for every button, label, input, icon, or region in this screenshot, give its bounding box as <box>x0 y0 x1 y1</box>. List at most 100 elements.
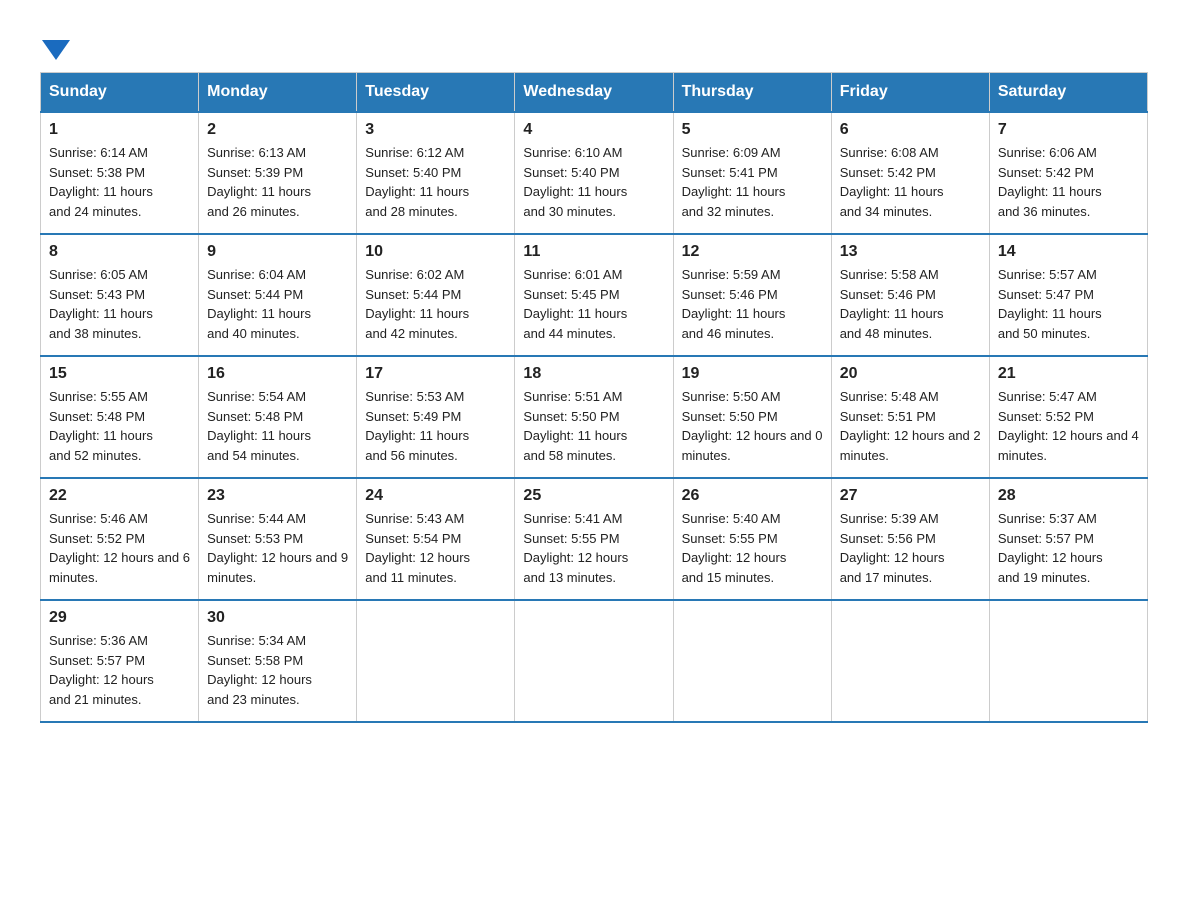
day-info: Sunrise: 6:14 AMSunset: 5:38 PMDaylight:… <box>49 145 153 219</box>
day-number: 9 <box>207 243 348 261</box>
calendar-cell: 2 Sunrise: 6:13 AMSunset: 5:39 PMDayligh… <box>199 112 357 234</box>
day-number: 14 <box>998 243 1139 261</box>
day-number: 15 <box>49 365 190 383</box>
day-info: Sunrise: 5:37 AMSunset: 5:57 PMDaylight:… <box>998 511 1103 585</box>
day-number: 17 <box>365 365 506 383</box>
day-info: Sunrise: 5:57 AMSunset: 5:47 PMDaylight:… <box>998 267 1102 341</box>
day-number: 10 <box>365 243 506 261</box>
day-info: Sunrise: 6:08 AMSunset: 5:42 PMDaylight:… <box>840 145 944 219</box>
day-info: Sunrise: 5:44 AMSunset: 5:53 PMDaylight:… <box>207 511 348 585</box>
calendar-cell: 8 Sunrise: 6:05 AMSunset: 5:43 PMDayligh… <box>41 234 199 356</box>
day-number: 24 <box>365 487 506 505</box>
weekday-header-monday: Monday <box>199 73 357 113</box>
calendar-cell: 12 Sunrise: 5:59 AMSunset: 5:46 PMDaylig… <box>673 234 831 356</box>
day-number: 26 <box>682 487 823 505</box>
day-info: Sunrise: 5:36 AMSunset: 5:57 PMDaylight:… <box>49 633 154 707</box>
day-info: Sunrise: 6:04 AMSunset: 5:44 PMDaylight:… <box>207 267 311 341</box>
day-number: 3 <box>365 121 506 139</box>
day-number: 23 <box>207 487 348 505</box>
calendar-cell: 28 Sunrise: 5:37 AMSunset: 5:57 PMDaylig… <box>989 478 1147 600</box>
day-info: Sunrise: 5:46 AMSunset: 5:52 PMDaylight:… <box>49 511 190 585</box>
calendar-cell: 15 Sunrise: 5:55 AMSunset: 5:48 PMDaylig… <box>41 356 199 478</box>
calendar-week-row: 1 Sunrise: 6:14 AMSunset: 5:38 PMDayligh… <box>41 112 1148 234</box>
day-info: Sunrise: 6:13 AMSunset: 5:39 PMDaylight:… <box>207 145 311 219</box>
calendar-cell: 25 Sunrise: 5:41 AMSunset: 5:55 PMDaylig… <box>515 478 673 600</box>
calendar-week-row: 22 Sunrise: 5:46 AMSunset: 5:52 PMDaylig… <box>41 478 1148 600</box>
day-number: 12 <box>682 243 823 261</box>
day-info: Sunrise: 5:48 AMSunset: 5:51 PMDaylight:… <box>840 389 981 463</box>
day-info: Sunrise: 6:10 AMSunset: 5:40 PMDaylight:… <box>523 145 627 219</box>
day-info: Sunrise: 5:34 AMSunset: 5:58 PMDaylight:… <box>207 633 312 707</box>
day-number: 4 <box>523 121 664 139</box>
day-info: Sunrise: 5:54 AMSunset: 5:48 PMDaylight:… <box>207 389 311 463</box>
calendar-cell: 21 Sunrise: 5:47 AMSunset: 5:52 PMDaylig… <box>989 356 1147 478</box>
weekday-header-sunday: Sunday <box>41 73 199 113</box>
day-number: 29 <box>49 609 190 627</box>
day-info: Sunrise: 5:43 AMSunset: 5:54 PMDaylight:… <box>365 511 470 585</box>
weekday-header-wednesday: Wednesday <box>515 73 673 113</box>
day-number: 1 <box>49 121 190 139</box>
day-info: Sunrise: 5:58 AMSunset: 5:46 PMDaylight:… <box>840 267 944 341</box>
day-info: Sunrise: 5:53 AMSunset: 5:49 PMDaylight:… <box>365 389 469 463</box>
day-info: Sunrise: 5:55 AMSunset: 5:48 PMDaylight:… <box>49 389 153 463</box>
calendar-cell: 6 Sunrise: 6:08 AMSunset: 5:42 PMDayligh… <box>831 112 989 234</box>
calendar-cell: 10 Sunrise: 6:02 AMSunset: 5:44 PMDaylig… <box>357 234 515 356</box>
day-info: Sunrise: 5:51 AMSunset: 5:50 PMDaylight:… <box>523 389 627 463</box>
day-number: 11 <box>523 243 664 261</box>
day-number: 16 <box>207 365 348 383</box>
calendar-table: SundayMondayTuesdayWednesdayThursdayFrid… <box>40 72 1148 723</box>
day-number: 8 <box>49 243 190 261</box>
calendar-cell <box>673 600 831 722</box>
calendar-cell <box>357 600 515 722</box>
calendar-cell <box>989 600 1147 722</box>
calendar-cell: 3 Sunrise: 6:12 AMSunset: 5:40 PMDayligh… <box>357 112 515 234</box>
page-header <box>40 30 1148 56</box>
day-number: 25 <box>523 487 664 505</box>
calendar-header-row: SundayMondayTuesdayWednesdayThursdayFrid… <box>41 73 1148 113</box>
calendar-cell: 29 Sunrise: 5:36 AMSunset: 5:57 PMDaylig… <box>41 600 199 722</box>
weekday-header-thursday: Thursday <box>673 73 831 113</box>
calendar-cell: 27 Sunrise: 5:39 AMSunset: 5:56 PMDaylig… <box>831 478 989 600</box>
weekday-header-tuesday: Tuesday <box>357 73 515 113</box>
day-info: Sunrise: 6:02 AMSunset: 5:44 PMDaylight:… <box>365 267 469 341</box>
calendar-cell: 4 Sunrise: 6:10 AMSunset: 5:40 PMDayligh… <box>515 112 673 234</box>
calendar-cell: 22 Sunrise: 5:46 AMSunset: 5:52 PMDaylig… <box>41 478 199 600</box>
day-number: 30 <box>207 609 348 627</box>
day-number: 6 <box>840 121 981 139</box>
calendar-cell: 7 Sunrise: 6:06 AMSunset: 5:42 PMDayligh… <box>989 112 1147 234</box>
day-number: 2 <box>207 121 348 139</box>
day-number: 28 <box>998 487 1139 505</box>
day-info: Sunrise: 5:50 AMSunset: 5:50 PMDaylight:… <box>682 389 823 463</box>
day-number: 20 <box>840 365 981 383</box>
day-number: 21 <box>998 365 1139 383</box>
calendar-week-row: 8 Sunrise: 6:05 AMSunset: 5:43 PMDayligh… <box>41 234 1148 356</box>
day-info: Sunrise: 5:40 AMSunset: 5:55 PMDaylight:… <box>682 511 787 585</box>
day-info: Sunrise: 5:39 AMSunset: 5:56 PMDaylight:… <box>840 511 945 585</box>
calendar-cell: 14 Sunrise: 5:57 AMSunset: 5:47 PMDaylig… <box>989 234 1147 356</box>
day-info: Sunrise: 6:09 AMSunset: 5:41 PMDaylight:… <box>682 145 786 219</box>
calendar-cell <box>831 600 989 722</box>
day-info: Sunrise: 6:05 AMSunset: 5:43 PMDaylight:… <box>49 267 153 341</box>
calendar-cell: 18 Sunrise: 5:51 AMSunset: 5:50 PMDaylig… <box>515 356 673 478</box>
day-info: Sunrise: 5:47 AMSunset: 5:52 PMDaylight:… <box>998 389 1139 463</box>
calendar-cell: 30 Sunrise: 5:34 AMSunset: 5:58 PMDaylig… <box>199 600 357 722</box>
logo-triangle-icon <box>40 36 70 60</box>
calendar-cell <box>515 600 673 722</box>
weekday-header-friday: Friday <box>831 73 989 113</box>
day-number: 7 <box>998 121 1139 139</box>
day-number: 19 <box>682 365 823 383</box>
calendar-cell: 23 Sunrise: 5:44 AMSunset: 5:53 PMDaylig… <box>199 478 357 600</box>
calendar-cell: 11 Sunrise: 6:01 AMSunset: 5:45 PMDaylig… <box>515 234 673 356</box>
calendar-cell: 24 Sunrise: 5:43 AMSunset: 5:54 PMDaylig… <box>357 478 515 600</box>
calendar-cell: 17 Sunrise: 5:53 AMSunset: 5:49 PMDaylig… <box>357 356 515 478</box>
day-info: Sunrise: 5:59 AMSunset: 5:46 PMDaylight:… <box>682 267 786 341</box>
day-info: Sunrise: 6:06 AMSunset: 5:42 PMDaylight:… <box>998 145 1102 219</box>
logo <box>40 30 70 56</box>
calendar-cell: 20 Sunrise: 5:48 AMSunset: 5:51 PMDaylig… <box>831 356 989 478</box>
calendar-cell: 9 Sunrise: 6:04 AMSunset: 5:44 PMDayligh… <box>199 234 357 356</box>
calendar-week-row: 15 Sunrise: 5:55 AMSunset: 5:48 PMDaylig… <box>41 356 1148 478</box>
calendar-cell: 1 Sunrise: 6:14 AMSunset: 5:38 PMDayligh… <box>41 112 199 234</box>
day-info: Sunrise: 6:12 AMSunset: 5:40 PMDaylight:… <box>365 145 469 219</box>
calendar-cell: 13 Sunrise: 5:58 AMSunset: 5:46 PMDaylig… <box>831 234 989 356</box>
day-number: 27 <box>840 487 981 505</box>
